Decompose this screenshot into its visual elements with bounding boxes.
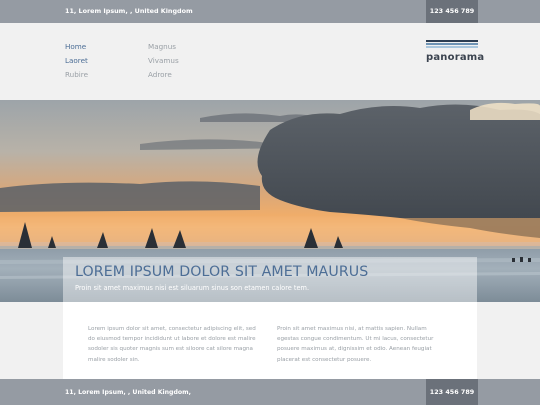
logo-stripe-light [426, 46, 478, 48]
header: Home Laoret Rubire Magnus Vivamus Adrore… [0, 23, 540, 100]
content-column-right: Proin sit amet maximus nisi, at mattis s… [277, 326, 434, 363]
content-panel: Lorem ipsum dolor sit amet, consectetur … [63, 302, 477, 379]
content-column-left: Lorem ipsum dolor sit amet, consectetur … [88, 326, 256, 363]
nav-item-rubire[interactable]: Rubire [65, 70, 88, 79]
top-address: 11, Lorem Ipsum, , United Kingdom [65, 7, 193, 15]
hero-title: LOREM IPSUM DOLOR SIT AMET MAURUS [75, 264, 369, 280]
top-phone[interactable]: 123 456 789 [426, 0, 478, 23]
hero-banner: LOREM IPSUM DOLOR SIT AMET MAURUS Proin … [0, 100, 540, 302]
hero-caption: LOREM IPSUM DOLOR SIT AMET MAURUS Proin … [63, 257, 477, 302]
nav-item-home[interactable]: Home [65, 42, 86, 51]
nav-item-vivamus[interactable]: Vivamus [148, 56, 179, 65]
logo-stripe-dark [426, 40, 478, 42]
hero-subtitle: Proin sit amet maximus nisi est siluarum… [75, 284, 310, 292]
footer: 11, Lorem Ipsum, , United Kingdom, 123 4… [0, 379, 540, 405]
logo[interactable]: panorama [426, 40, 485, 63]
nav-item-magnus[interactable]: Magnus [148, 42, 176, 51]
logo-text: panorama [426, 52, 485, 63]
footer-phone[interactable]: 123 456 789 [426, 379, 478, 405]
footer-address: 11, Lorem Ipsum, , United Kingdom, [65, 389, 191, 396]
logo-stripe-mid [426, 43, 478, 45]
nav-item-adrore[interactable]: Adrore [148, 70, 172, 79]
top-bar: 11, Lorem Ipsum, , United Kingdom 123 45… [0, 0, 540, 23]
nav-item-laoret[interactable]: Laoret [65, 56, 88, 65]
